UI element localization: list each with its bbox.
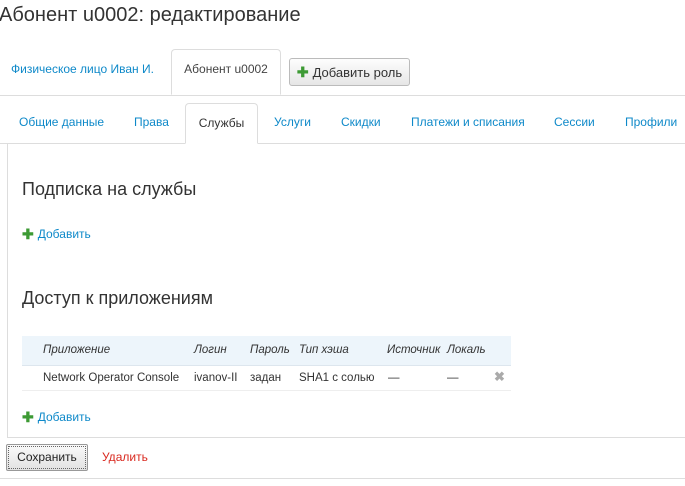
plus-icon: ✚ xyxy=(22,226,34,242)
tab-person[interactable]: Физическое лицо Иван И. xyxy=(11,62,154,76)
cell-application: Network Operator Console xyxy=(43,372,180,384)
tab-subscriber-label: Абонент u0002 xyxy=(184,62,268,76)
col-hash-type: Тип хэша xyxy=(299,344,349,356)
delete-link[interactable]: Удалить xyxy=(102,450,148,464)
apps-table-header: Приложение Логин Пароль Тип хэша Источни… xyxy=(22,336,511,366)
tab-offerings[interactable]: Услуги xyxy=(274,115,311,129)
add-service-link[interactable]: ✚ Добавить xyxy=(22,227,91,241)
tab-discounts[interactable]: Скидки xyxy=(341,115,381,129)
add-role-button[interactable]: ✚ Добавить роль xyxy=(289,58,410,86)
footer-divider xyxy=(0,478,685,479)
col-password: Пароль xyxy=(250,344,290,356)
services-section-title: Подписка на службы xyxy=(22,179,197,199)
col-login: Логин xyxy=(194,344,227,356)
save-button[interactable]: Сохранить xyxy=(6,444,88,471)
plus-icon: ✚ xyxy=(296,64,309,80)
col-application: Приложение xyxy=(43,344,111,356)
tab-payments[interactable]: Платежи и списания xyxy=(411,115,525,129)
cell-login: ivanov-II xyxy=(194,372,238,384)
cell-password: задан xyxy=(250,372,282,384)
tab-general[interactable]: Общие данные xyxy=(19,115,104,129)
apps-section-title: Доступ к приложениям xyxy=(22,288,213,308)
page-title: Абонент u0002: редактирование xyxy=(0,4,301,26)
row-divider xyxy=(22,390,511,391)
delete-row-icon[interactable]: ✖ xyxy=(494,369,505,385)
add-role-label: Добавить роль xyxy=(312,64,403,80)
tab-profiles[interactable]: Профили xyxy=(625,115,677,129)
tab-subscriber[interactable]: Абонент u0002 xyxy=(171,49,281,95)
tab-sessions[interactable]: Сессии xyxy=(554,115,595,129)
tab-services[interactable]: Службы xyxy=(185,103,258,144)
cell-hash-type: SHA1 с солью xyxy=(299,372,375,384)
add-service-label: Добавить xyxy=(37,227,91,241)
role-tabs: Физическое лицо Иван И. Абонент u0002 ✚ … xyxy=(0,49,685,96)
plus-icon: ✚ xyxy=(22,409,34,425)
add-app-access-label: Добавить xyxy=(37,410,91,424)
cell-source: — xyxy=(388,372,400,384)
tab-services-label: Службы xyxy=(198,116,245,130)
col-locale: Локаль xyxy=(447,344,486,356)
col-source: Источник xyxy=(387,344,441,356)
cell-locale: — xyxy=(447,372,459,384)
sub-tabs: Общие данные Права Службы Услуги Скидки … xyxy=(0,103,685,144)
add-app-access-link[interactable]: ✚ Добавить xyxy=(22,410,91,424)
tab-rights[interactable]: Права xyxy=(134,115,169,129)
